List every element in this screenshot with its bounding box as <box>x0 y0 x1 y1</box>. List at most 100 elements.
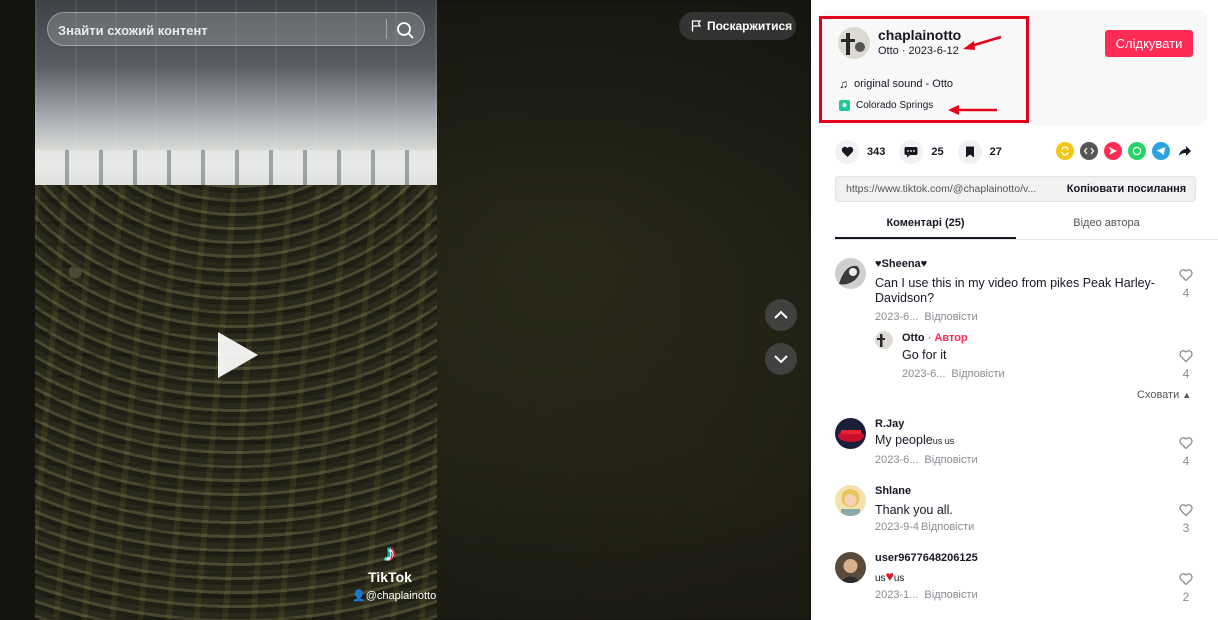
chevron-down-icon <box>774 355 788 364</box>
comment-text: Thank you all. <box>875 503 953 517</box>
tab-comments[interactable]: Коментарі (25) <box>835 208 1016 239</box>
heart-outline-icon <box>1179 437 1193 450</box>
send-to-friends-icon[interactable] <box>1104 142 1122 160</box>
reply-item: Otto · Автор Go for it 2023-6... Відповіс… <box>875 331 1195 381</box>
heart-icon <box>835 140 859 164</box>
comment-date: 2023-6... <box>875 311 919 323</box>
comment-text: us♥us <box>875 568 905 585</box>
comment-meta: 2023-9-4 Відповісти <box>875 521 974 533</box>
reply-button[interactable]: Відповісти <box>924 454 977 466</box>
previous-video-button[interactable] <box>765 299 797 331</box>
flag-icon <box>691 20 702 32</box>
commenter-name[interactable]: Otto · Автор <box>902 332 968 344</box>
comment-text: My peopleus us <box>875 433 955 447</box>
embed-icon[interactable] <box>1080 142 1098 160</box>
chevron-up-icon: ▲ <box>1182 390 1192 400</box>
heart-outline-icon <box>1179 269 1193 282</box>
search-box <box>47 12 425 46</box>
comment-stat[interactable]: 25 <box>899 140 944 164</box>
comment-item: user9677648206125 us♥us 2023-1... Відпові… <box>835 552 1195 612</box>
comment-meta: 2023-1... Відповісти <box>875 589 978 601</box>
tab-author-videos[interactable]: Відео автора <box>1016 208 1197 239</box>
like-count: 4 <box>1182 367 1190 381</box>
commenter-avatar[interactable] <box>835 258 866 289</box>
share-buttons <box>1056 142 1194 160</box>
comment-icon <box>899 140 924 164</box>
telegram-icon[interactable] <box>1152 142 1170 160</box>
commenter-name[interactable]: R.Jay <box>875 418 904 430</box>
commenter-avatar[interactable] <box>835 485 866 516</box>
author-badge: Автор <box>934 332 968 344</box>
video-link-box: https://www.tiktok.com/@chaplainotto/v..… <box>835 176 1196 202</box>
comment-date: 2023-1... <box>875 589 919 601</box>
comment-like[interactable]: 4 <box>1178 349 1194 381</box>
like-count: 4 <box>1182 454 1190 468</box>
commenter-avatar[interactable] <box>835 418 866 449</box>
comment-date: 2023-6... <box>902 368 946 380</box>
search-input[interactable] <box>58 21 378 39</box>
heart-outline-icon <box>1179 573 1193 586</box>
comment-like[interactable]: 2 <box>1178 572 1194 604</box>
comment-count: 25 <box>931 146 944 158</box>
red-heart-icon: ♥ <box>885 568 894 584</box>
black-heart-icon: ♥ <box>920 258 928 270</box>
like-count: 3 <box>1182 521 1190 535</box>
save-stat[interactable]: 27 <box>957 140 1002 164</box>
comment-like[interactable]: 4 <box>1178 268 1194 300</box>
commenter-name[interactable]: Shlane <box>875 485 911 497</box>
heart-outline-icon <box>1179 350 1193 363</box>
like-count: 4 <box>1182 286 1190 300</box>
copy-link-button[interactable]: Копіювати посилання <box>1058 183 1195 195</box>
tiktok-word: TikTok <box>368 569 412 585</box>
video-windows <box>35 150 437 190</box>
comment-like[interactable]: 4 <box>1178 436 1194 468</box>
bookmark-icon <box>957 140 982 164</box>
comment-meta: 2023-6... Відповісти <box>875 311 978 323</box>
video-player[interactable] <box>35 0 437 620</box>
tiktok-page: ♪ TikTok 👤@chaplainotto Поскаржитися <box>0 0 1218 620</box>
user-icon: 👤 <box>352 590 366 602</box>
comment-date: 2023-9-4 <box>875 521 920 533</box>
reply-button[interactable]: Відповісти <box>924 311 977 323</box>
tiktok-watermark: ♪ TikTok <box>350 540 430 586</box>
video-link-url[interactable]: https://www.tiktok.com/@chaplainotto/v..… <box>836 183 1058 195</box>
watermark-username: 👤@chaplainotto <box>352 590 437 602</box>
heart-outline-icon <box>1179 504 1193 517</box>
reply-button[interactable]: Відповісти <box>921 521 974 533</box>
comment-meta: 2023-6... Відповісти <box>902 368 1005 380</box>
search-divider <box>386 19 387 39</box>
comment-like[interactable]: 3 <box>1178 503 1194 535</box>
save-count: 27 <box>989 146 1002 158</box>
commenter-name[interactable]: user9677648206125 <box>875 552 978 564</box>
tiktok-logo-icon: ♪ <box>384 540 396 567</box>
report-label: Поскаржитися <box>707 19 793 33</box>
like-stat[interactable]: 343 <box>835 140 885 164</box>
commenter-avatar[interactable] <box>835 552 866 583</box>
commenter-avatar[interactable] <box>875 331 893 349</box>
comment-date: 2023-6... <box>875 454 919 466</box>
annotation-arrows <box>948 35 1002 115</box>
more-share-arrow-icon[interactable] <box>1176 142 1194 160</box>
next-video-button[interactable] <box>765 343 797 375</box>
search-icon[interactable] <box>395 20 415 40</box>
video-area: ♪ TikTok 👤@chaplainotto Поскаржитися <box>0 0 811 620</box>
panel-tabs: Коментарі (25) Відео автора <box>835 208 1218 240</box>
engagement-stats: 343 25 27 <box>835 140 1002 164</box>
like-count: 2 <box>1182 590 1190 604</box>
repost-icon[interactable] <box>1056 142 1074 160</box>
commenter-name[interactable]: ♥Sheena♥ <box>875 258 927 270</box>
comment-item: ♥Sheena♥ Can I use this in my video from… <box>835 258 1195 328</box>
comment-text: Can I use this in my video from pikes Pe… <box>875 276 1155 305</box>
reply-button[interactable]: Відповісти <box>951 368 1004 380</box>
play-icon[interactable] <box>218 332 258 378</box>
comment-meta: 2023-6... Відповісти <box>875 454 978 466</box>
side-panel: chaplainotto Otto · 2023-6-12 ♫ original… <box>811 0 1218 620</box>
chevron-up-icon <box>774 310 788 319</box>
comment-text: Go for it <box>902 348 947 362</box>
report-button[interactable]: Поскаржитися <box>679 12 796 40</box>
comment-item: R.Jay My peopleus us 2023-6... Відповісти… <box>835 418 1195 468</box>
hide-replies-button[interactable]: Сховати ▲ <box>1137 389 1191 401</box>
comment-item: Shlane Thank you all. 2023-9-4 Відповісти… <box>835 485 1195 535</box>
whatsapp-icon[interactable] <box>1128 142 1146 160</box>
reply-button[interactable]: Відповісти <box>924 589 977 601</box>
